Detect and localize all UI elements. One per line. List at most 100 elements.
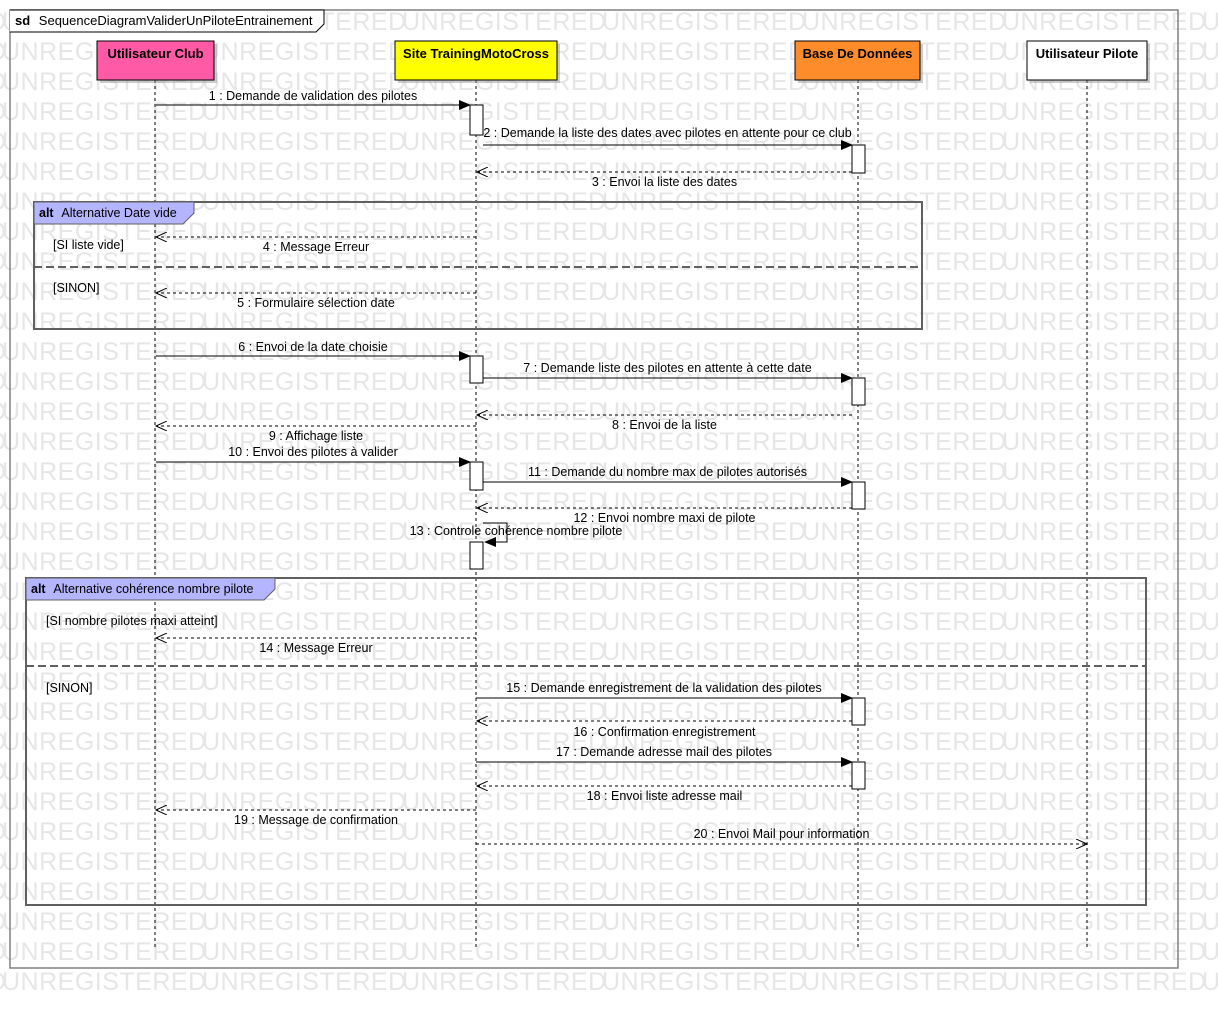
watermark-text: UNREGISTERED — [2, 668, 207, 696]
fragment-2-label: alt Alternative cohérence nombre pilote — [31, 582, 254, 596]
activation-site-2 — [469, 355, 484, 384]
lifeline-pilot-label: Utilisateur Pilote — [1036, 46, 1139, 61]
watermark-text: UNREGISTERED — [1002, 968, 1207, 996]
watermark-text: UNREGISTERED — [602, 308, 807, 336]
watermark-text: UNREGISTERED — [1202, 668, 1218, 696]
watermark-text: UNREGISTERED — [1202, 818, 1218, 846]
fragment-2-title: Alternative cohérence nombre pilote — [53, 582, 253, 596]
watermark-text: UNREGISTERED — [202, 128, 407, 156]
watermark-text: UNREGISTERED — [1202, 638, 1218, 666]
watermark-text: UNREGISTERED — [602, 938, 807, 966]
watermark-text: UNREGISTERED — [202, 548, 407, 576]
watermark-text: UNREGISTERED — [602, 968, 807, 996]
message-label: 20 : Envoi Mail pour information — [694, 827, 870, 841]
watermark-text: UNREGISTERED — [802, 638, 1007, 666]
watermark-text: UNREGISTERED — [1002, 638, 1207, 666]
watermark-text: UNREGISTERED — [1202, 428, 1218, 456]
watermark-text: UNREGISTERED — [2, 278, 207, 306]
watermark-text: UNREGISTERED — [2, 398, 207, 426]
watermark-text: UNREGISTERED — [802, 698, 1007, 726]
watermark-text: UNREGISTERED — [1002, 8, 1207, 36]
message-label: 8 : Envoi de la liste — [612, 418, 717, 432]
watermark-text: UNREGISTERED — [1202, 308, 1218, 336]
watermark-text: UNREGISTERED — [1002, 848, 1207, 876]
watermark-text: UNREGISTERED — [1202, 608, 1218, 636]
watermark-text: UNREGISTERED — [402, 848, 607, 876]
watermark-text: UNREGISTERED — [402, 398, 607, 426]
activation-site-1 — [469, 104, 484, 136]
watermark-text: UNREGISTERED — [2, 728, 207, 756]
lifeline-db[interactable]: Base De Données — [794, 40, 923, 83]
frame-title: SequenceDiagramValiderUnPiloteEntraineme… — [39, 13, 313, 28]
watermark-text: UNREGISTERED — [802, 428, 1007, 456]
watermark-text: UNREGISTERED — [1002, 278, 1207, 306]
watermark-text: UNREGISTERED — [802, 878, 1007, 906]
fragment-1-guard-2: [SINON] — [53, 281, 100, 295]
watermark-text: UNREGISTERED — [1202, 158, 1218, 186]
watermark-text: UNREGISTERED — [802, 968, 1007, 996]
watermark-text: UNREGISTERED — [2, 428, 207, 456]
watermark-text: UNREGISTERED — [1202, 938, 1218, 966]
watermark-text: UNREGISTERED — [2, 848, 207, 876]
watermark-text: UNREGISTERED — [602, 698, 807, 726]
watermark-text: UNREGISTERED — [2, 698, 207, 726]
message-label: 9 : Affichage liste — [269, 429, 363, 443]
message-label: 5 : Formulaire sélection date — [237, 296, 395, 310]
watermark-text: UNREGISTERED — [402, 548, 607, 576]
message-label: 14 : Message Erreur — [259, 641, 372, 655]
watermark-text: UNREGISTERED — [1202, 128, 1218, 156]
activation-db-5 — [851, 761, 866, 790]
fragment-2-guard-2: [SINON] — [46, 681, 93, 695]
message-label: 2 : Demande la liste des dates avec pilo… — [483, 126, 851, 140]
watermark-text: UNREGISTERED — [1002, 218, 1207, 246]
watermark-text: UNREGISTERED — [802, 338, 1007, 366]
watermark-text: UNREGISTERED — [1002, 428, 1207, 456]
watermark-text: UNREGISTERED — [802, 788, 1007, 816]
message-label: 1 : Demande de validation des pilotes — [209, 89, 417, 103]
watermark-text: UNREGISTERED — [602, 98, 807, 126]
watermark-text: UNREGISTERED — [802, 578, 1007, 606]
watermark-text: UNREGISTERED — [2, 938, 207, 966]
watermark-text: UNREGISTERED — [202, 38, 407, 66]
activation-db-3 — [851, 481, 866, 510]
activation-db-2 — [851, 377, 866, 406]
watermark-text: UNREGISTERED — [1002, 158, 1207, 186]
watermark-text: UNREGISTERED — [1202, 338, 1218, 366]
watermark-text: UNREGISTERED — [1202, 908, 1218, 936]
watermark-text: UNREGISTERED — [1002, 308, 1207, 336]
watermark-text: UNREGISTERED — [2, 518, 207, 546]
watermark-text: UNREGISTERED — [1002, 488, 1207, 516]
watermark-text: UNREGISTERED — [1002, 788, 1207, 816]
watermark-text: UNREGISTERED — [802, 308, 1007, 336]
watermark-text: UNREGISTERED — [402, 698, 607, 726]
fragment-2-keyword: alt — [31, 582, 46, 596]
watermark-text: UNREGISTERED — [802, 398, 1007, 426]
message-label: 18 : Envoi liste adresse mail — [587, 789, 743, 803]
watermark-text: UNREGISTERED — [602, 248, 807, 276]
watermark-text: UNREGISTERED — [402, 428, 607, 456]
watermark-text: UNREGISTERED — [2, 128, 207, 156]
lifeline-db-label: Base De Données — [803, 46, 913, 61]
watermark-text: UNREGISTERED — [202, 968, 407, 996]
watermark-text: UNREGISTERED — [402, 218, 607, 246]
lifeline-pilot[interactable]: Utilisateur Pilote — [1026, 40, 1150, 83]
watermark-text: UNREGISTERED — [202, 518, 407, 546]
fragment-1-keyword: alt — [39, 206, 54, 220]
watermark-text: UNREGISTERED — [2, 878, 207, 906]
watermark-text: UNREGISTERED — [802, 278, 1007, 306]
message-label: 7 : Demande liste des pilotes en attente… — [523, 361, 811, 375]
watermark-text: UNREGISTERED — [1202, 788, 1218, 816]
watermark-text: UNREGISTERED — [402, 248, 607, 276]
watermark-text: UNREGISTERED — [1202, 98, 1218, 126]
watermark-text: UNREGISTERED — [1002, 668, 1207, 696]
watermark-text: UNREGISTERED — [602, 38, 807, 66]
message-label: 13 : Controle cohérence nombre pilote — [410, 524, 623, 538]
lifeline-club[interactable]: Utilisateur Club — [96, 40, 217, 83]
lifeline-site[interactable]: Site TrainingMotoCross — [394, 40, 560, 83]
sequence-diagram: UNREGISTEREDUNREGISTEREDUNREGISTEREDUNRE… — [0, 8, 1218, 996]
watermark-text: UNREGISTERED — [802, 668, 1007, 696]
watermark-text: UNREGISTERED — [1202, 578, 1218, 606]
watermark-text: UNREGISTERED — [202, 368, 407, 396]
sequence-diagram-canvas: UNREGISTERED UNREGISTERED UNREGISTERED UNRE… — [0, 0, 1218, 1010]
watermark-text: UNREGISTERED — [2, 338, 207, 366]
